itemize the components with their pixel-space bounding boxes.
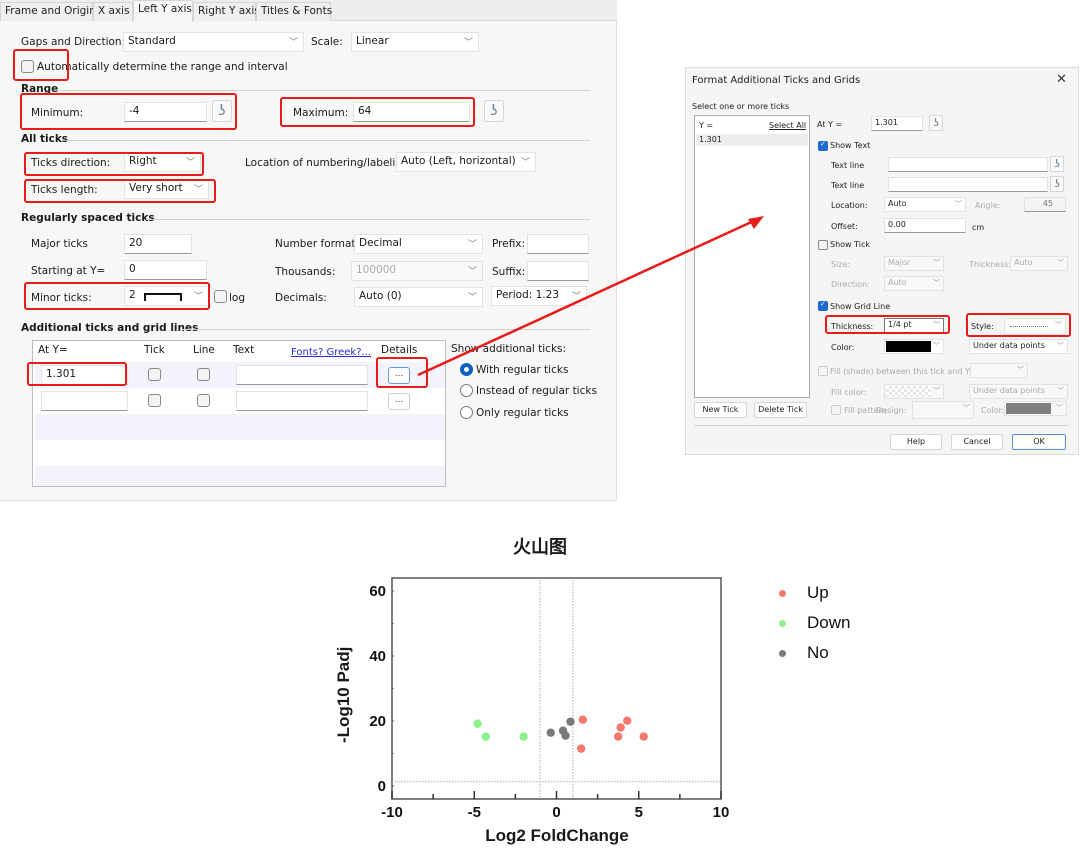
- data-point-up: [578, 715, 588, 724]
- legend-label: No: [807, 643, 829, 662]
- data-point-up: [616, 723, 625, 732]
- legend-label: Up: [807, 583, 829, 602]
- y-tick-label: 40: [369, 648, 386, 665]
- x-axis-label: Log2 FoldChange: [485, 826, 629, 845]
- tab-left-y-axis[interactable]: Left Y axis: [133, 0, 193, 22]
- legend-marker: [779, 620, 786, 627]
- y-tick-label: 0: [378, 778, 386, 795]
- y-axis-label: -Log10 Padj: [334, 646, 353, 743]
- x-tick-label: 5: [635, 804, 643, 821]
- legend-label: Down: [807, 613, 851, 632]
- legend-marker: [779, 650, 786, 657]
- x-tick-label: -10: [381, 804, 403, 821]
- data-point-up: [639, 732, 648, 741]
- legend-marker: [779, 590, 786, 597]
- plot-frame: [391, 577, 722, 800]
- data-point-down: [519, 732, 528, 741]
- data-point-up: [623, 716, 632, 725]
- data-point-no: [566, 717, 575, 726]
- x-tick-label: 0: [552, 804, 560, 821]
- volcano-plot: -10 -5 0 5 10 0 20 40 60: [369, 577, 730, 821]
- data-point-down: [473, 719, 482, 728]
- data-point-no: [561, 731, 570, 740]
- data-point-up: [613, 732, 623, 741]
- data-point-down: [481, 732, 490, 741]
- y-tick-label: 60: [369, 583, 386, 600]
- data-point-no: [546, 728, 555, 737]
- x-tick-label: -5: [468, 804, 481, 821]
- y-tick-label: 20: [369, 713, 386, 730]
- data-point-up: [576, 744, 586, 753]
- x-tick-label: 10: [713, 804, 730, 821]
